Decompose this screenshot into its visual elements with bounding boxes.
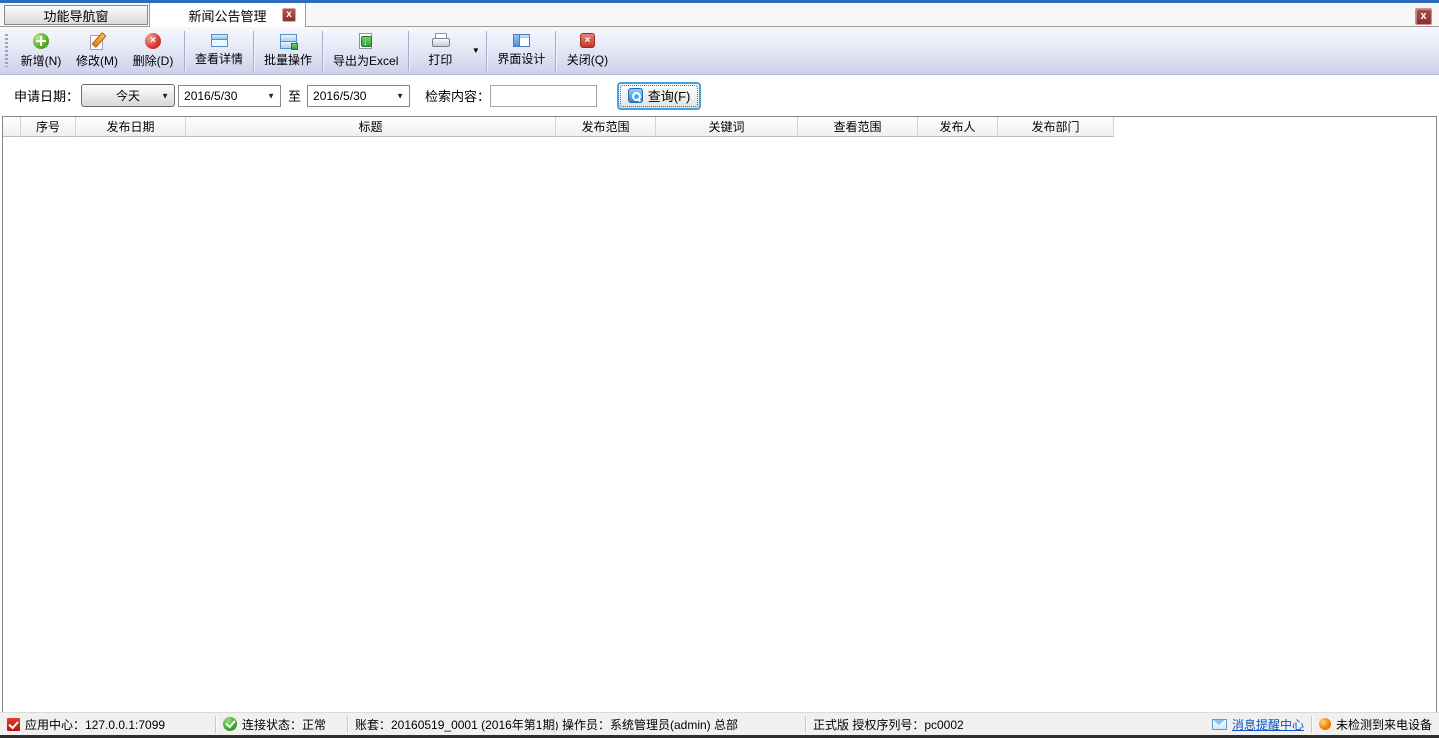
- grid-header-filler: [1114, 117, 1436, 137]
- status-operator: 操作员：系统管理员(admin) 总部: [555, 713, 805, 735]
- ui-design-icon: [513, 34, 530, 47]
- to-label: 至: [288, 86, 301, 105]
- date-from-value: 2016/5/30: [184, 89, 237, 103]
- column-header-view-scope[interactable]: 查看范围: [798, 117, 918, 137]
- toolbar: 新增(N) 修改(M) 删除(D) 查看详情 批量操作 导出为Excel 打印 …: [0, 27, 1439, 75]
- column-header-serial[interactable]: 序号: [21, 117, 76, 137]
- chevron-down-icon: ▼: [396, 91, 404, 100]
- date-to-value: 2016/5/30: [313, 89, 366, 103]
- filter-bar: 申请日期： 今天 ▼ 2016/5/30 ▼ 至 2016/5/30 ▼ 检索内…: [0, 75, 1439, 116]
- envelope-icon: [1212, 719, 1227, 730]
- edit-button-label: 修改(M): [76, 52, 118, 69]
- add-button[interactable]: 新增(N): [13, 29, 69, 73]
- search-content-label: 检索内容：: [425, 86, 490, 105]
- export-excel-button-label: 导出为Excel: [333, 52, 398, 69]
- edit-button[interactable]: 修改(M): [69, 29, 125, 73]
- toolbar-separator: [253, 31, 254, 71]
- view-detail-button-label: 查看详情: [195, 50, 243, 67]
- device-alert-icon: [1319, 718, 1331, 730]
- print-dropdown-arrow[interactable]: ▼: [468, 29, 483, 73]
- status-app-center: 应用中心：127.0.0.1:7099: [0, 713, 215, 735]
- export-excel-icon: [359, 33, 372, 49]
- close-button-label: 关闭(Q): [567, 51, 608, 68]
- grid-body: [3, 137, 1436, 713]
- toolbar-separator: [555, 31, 556, 71]
- window-close-icon[interactable]: x: [1415, 8, 1432, 25]
- print-button[interactable]: 打印: [412, 29, 468, 73]
- view-detail-icon: [211, 34, 228, 47]
- batch-operation-icon: [280, 33, 297, 48]
- tab-news-announcement-management[interactable]: 新闻公告管理 x: [149, 3, 306, 27]
- toolbar-separator: [486, 31, 487, 71]
- delete-button-label: 删除(D): [133, 52, 174, 69]
- column-header-publish-date[interactable]: 发布日期: [76, 117, 186, 137]
- edit-icon: [89, 33, 105, 49]
- print-button-label: 打印: [428, 51, 452, 68]
- delete-button[interactable]: 删除(D): [125, 29, 181, 73]
- tab-bar: 功能导航窗 新闻公告管理 x x: [0, 3, 1439, 27]
- status-account: 账套：20160519_0001 (2016年第1期): [348, 713, 554, 735]
- export-excel-button[interactable]: 导出为Excel: [326, 29, 405, 73]
- tab-function-navigation[interactable]: 功能导航窗: [4, 5, 148, 25]
- batch-operation-button[interactable]: 批量操作: [257, 29, 319, 73]
- column-header-publisher[interactable]: 发布人: [918, 117, 998, 137]
- add-icon: [33, 33, 49, 49]
- delete-icon: [145, 33, 161, 49]
- date-to-picker[interactable]: 2016/5/30 ▼: [307, 85, 410, 107]
- search-icon: [628, 88, 643, 103]
- apply-date-label: 申请日期：: [14, 86, 79, 105]
- close-button[interactable]: 关闭(Q): [559, 29, 615, 73]
- status-bar: 应用中心：127.0.0.1:7099 连接状态：正常 账套：20160519_…: [0, 712, 1439, 735]
- app-center-text: 应用中心：127.0.0.1:7099: [25, 716, 165, 733]
- tab-close-icon[interactable]: x: [282, 8, 296, 22]
- operator-text: 操作员：系统管理员(admin) 总部: [562, 716, 738, 733]
- column-header-publish-department[interactable]: 发布部门: [998, 117, 1114, 137]
- device-text: 未检测到来电设备: [1336, 716, 1432, 733]
- column-header-publish-scope[interactable]: 发布范围: [556, 117, 656, 137]
- toolbar-separator: [184, 31, 185, 71]
- date-preset-select[interactable]: 今天 ▼: [81, 84, 175, 107]
- print-icon: [432, 33, 448, 48]
- account-text: 账套：20160519_0001 (2016年第1期): [355, 716, 558, 733]
- grid: 序号 发布日期 标题 发布范围 关键词 查看范围 发布人 发布部门: [2, 116, 1437, 712]
- query-button[interactable]: 查询(F): [617, 82, 701, 110]
- batch-operation-button-label: 批量操作: [264, 51, 312, 68]
- column-header-indicator[interactable]: [3, 117, 21, 137]
- toolbar-grip-handle[interactable]: [5, 34, 8, 67]
- status-incoming-call-device: 未检测到来电设备: [1312, 713, 1439, 735]
- add-button-label: 新增(N): [21, 52, 62, 69]
- view-detail-button[interactable]: 查看详情: [188, 29, 250, 73]
- app-logo-icon: [7, 718, 20, 731]
- message-center-link[interactable]: 消息提醒中心: [1232, 716, 1304, 733]
- connection-text: 连接状态：正常: [242, 716, 326, 733]
- ui-design-button[interactable]: 界面设计: [490, 29, 552, 73]
- date-from-picker[interactable]: 2016/5/30 ▼: [178, 85, 281, 107]
- column-header-title[interactable]: 标题: [186, 117, 556, 137]
- license-text: 正式版 授权序列号：pc0002: [813, 716, 964, 733]
- date-preset-value: 今天: [116, 87, 140, 104]
- column-header-keywords[interactable]: 关键词: [656, 117, 798, 137]
- close-icon: [580, 33, 595, 48]
- toolbar-separator: [322, 31, 323, 71]
- toolbar-separator: [408, 31, 409, 71]
- status-message-center: 消息提醒中心: [1205, 713, 1311, 735]
- status-license: 正式版 授权序列号：pc0002: [806, 713, 1205, 735]
- chevron-down-icon: ▼: [161, 91, 169, 100]
- search-input[interactable]: [490, 85, 597, 107]
- grid-header: 序号 发布日期 标题 发布范围 关键词 查看范围 发布人 发布部门: [3, 117, 1436, 137]
- query-button-label: 查询(F): [648, 86, 691, 105]
- connection-ok-icon: [223, 717, 237, 731]
- chevron-down-icon: ▼: [267, 91, 275, 100]
- ui-design-button-label: 界面设计: [497, 50, 545, 67]
- status-connection: 连接状态：正常: [216, 713, 347, 735]
- tab-label: 新闻公告管理: [188, 6, 266, 25]
